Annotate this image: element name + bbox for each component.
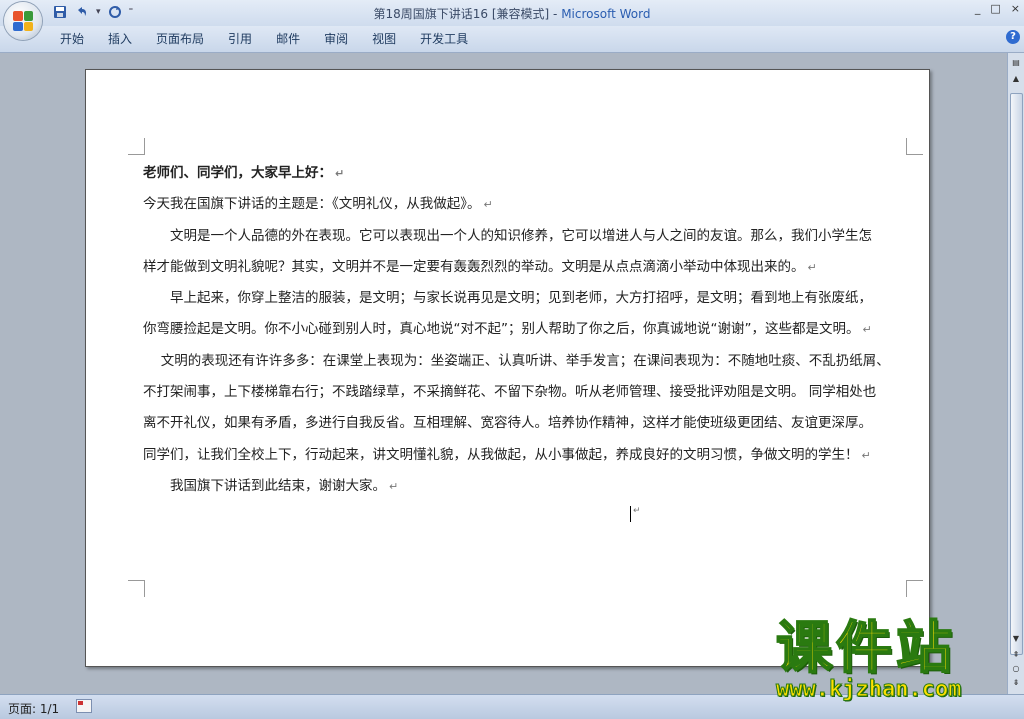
paragraph-line: 你弯腰捡起是文明。你不小心碰到别人时，真心地说“对不起”；别人帮助了你之后，你真…: [143, 314, 908, 345]
previous-page-icon[interactable]: ⇞: [1010, 649, 1022, 661]
paragraph-text: 不打架闹事，上下楼梯靠右行；不践踏绿草，不采摘鲜花、不留下杂物。听从老师管理、接…: [143, 384, 877, 401]
tab-review[interactable]: 审阅: [312, 30, 360, 48]
paragraph-line: 样才能做到文明礼貌呢？其实，文明并不是一定要有轰轰烈烈的举动。文明是从点点滴滴小…: [143, 252, 908, 283]
paragraph-greeting: 老师们、同学们，大家早上好： ↵: [143, 158, 908, 189]
minimize-button[interactable]: _: [975, 2, 981, 15]
paragraph-text: 离不开礼仪，如果有矛盾，多进行自我反省。互相理解、宽容待人。培养协作精神，这样才…: [143, 415, 872, 432]
window-title: 第18周国旗下讲话16 [兼容模式] - Microsoft Word: [0, 5, 1024, 22]
crop-mark-bottom-right: [906, 580, 923, 597]
proofing-status-icon[interactable]: [76, 699, 92, 713]
watermark-title: 课件站: [775, 616, 956, 682]
title-separator: -: [549, 7, 562, 21]
paragraph-mark: ↵: [862, 323, 872, 337]
office-button[interactable]: [4, 2, 42, 40]
tab-insert[interactable]: 插入: [96, 30, 144, 48]
tab-page-layout[interactable]: 页面布局: [144, 30, 216, 48]
crop-mark-top-left: [128, 138, 145, 155]
paragraph-mark: ↵: [483, 198, 493, 212]
page-count[interactable]: 页面: 1/1: [8, 700, 59, 717]
document-title: 第18周国旗下讲话16 [兼容模式]: [373, 7, 550, 21]
paragraph-text: 文明是一个人品德的外在表现。它可以表现出一个人的知识修养，它可以增进人与人之间的…: [143, 227, 872, 244]
text-cursor: [630, 506, 631, 522]
help-icon[interactable]: ?: [1006, 30, 1020, 44]
paragraph-text: 同学们，让我们全校上下，行动起来，讲文明懂礼貌，从我做起，从小事做起，养成良好的…: [143, 446, 859, 463]
paragraph-mark: ↵: [633, 506, 641, 516]
tab-home[interactable]: 开始: [48, 30, 96, 48]
paragraph-mark: ↵: [861, 448, 871, 462]
document-page[interactable]: 老师们、同学们，大家早上好： ↵ 今天我在国旗下讲话的主题是：《文明礼仪，从我做起…: [85, 69, 930, 667]
paragraph-text: 文明的表现还有许许多多：在课堂上表现为：坐姿端正、认真听讲、举手发言；在课间表现…: [143, 352, 890, 369]
document-workspace: 老师们、同学们，大家早上好： ↵ 今天我在国旗下讲话的主题是：《文明礼仪，从我做起…: [0, 53, 1008, 694]
browse-object-icon[interactable]: ○: [1010, 663, 1022, 675]
paragraph-line: 文明是一个人品德的外在表现。它可以表现出一个人的知识修养，它可以增进人与人之间的…: [143, 221, 908, 252]
app-name: Microsoft Word: [561, 7, 651, 21]
paragraph-line: 不打架闹事，上下楼梯靠右行；不践踏绿草，不采摘鲜花、不留下杂物。听从老师管理、接…: [143, 377, 908, 408]
paragraph-line: 文明的表现还有许许多多：在课堂上表现为：坐姿端正、认真听讲、举手发言；在课间表现…: [143, 346, 908, 377]
tab-developer[interactable]: 开发工具: [408, 30, 480, 48]
ruler-toggle-icon[interactable]: ▤: [1010, 57, 1022, 69]
ribbon-tabs: 开始 插入 页面布局 引用 邮件 审阅 视图 开发工具: [48, 30, 480, 48]
paragraph-line: 离不开礼仪，如果有矛盾，多进行自我反省。互相理解、宽容待人。培养协作精神，这样才…: [143, 408, 908, 439]
title-bar: ▾ ⁼ 第18周国旗下讲话16 [兼容模式] - Microsoft Word …: [0, 0, 1024, 26]
document-body[interactable]: 老师们、同学们，大家早上好： ↵ 今天我在国旗下讲话的主题是：《文明礼仪，从我做起…: [143, 158, 908, 502]
paragraph-text: 老师们、同学们，大家早上好：: [143, 165, 332, 181]
paragraph-text: 今天我在国旗下讲话的主题是：《文明礼仪，从我做起》。: [143, 196, 481, 213]
paragraph-text: 早上起来，你穿上整洁的服装，是文明；与家长说再见是文明；见到老师，大方打招呼，是…: [143, 290, 872, 307]
watermark-url: www.kjzhan.com: [775, 677, 962, 702]
paragraph-mark: ↵: [807, 260, 817, 274]
paragraph-mark: ↵: [335, 167, 345, 180]
scrollbar-thumb[interactable]: [1010, 93, 1023, 655]
office-logo-icon: [13, 11, 33, 31]
paragraph-line: 同学们，让我们全校上下，行动起来，讲文明懂礼貌，从我做起，从小事做起，养成良好的…: [143, 440, 908, 471]
restore-button[interactable]: □: [990, 2, 1000, 15]
watermark-logo: 课件站 www.kjzhan.com: [775, 616, 1006, 702]
paragraph-topic: 今天我在国旗下讲话的主题是：《文明礼仪，从我做起》。 ↵: [143, 189, 908, 220]
window-controls: _ □ ×: [975, 2, 1020, 15]
paragraph-line: 早上起来，你穿上整洁的服装，是文明；与家长说再见是文明；见到老师，大方打招呼，是…: [143, 283, 908, 314]
tab-view[interactable]: 视图: [360, 30, 408, 48]
tab-references[interactable]: 引用: [216, 30, 264, 48]
crop-mark-top-right: [906, 138, 923, 155]
paragraph-mark: ↵: [389, 479, 399, 493]
paragraph-text: 你弯腰捡起是文明。你不小心碰到别人时，真心地说“对不起”；别人帮助了你之后，你真…: [143, 321, 860, 338]
paragraph-closing: 我国旗下讲话到此结束，谢谢大家。 ↵: [143, 471, 908, 502]
vertical-scrollbar[interactable]: ▤ ▲ ▼ ⇞ ○ ⇟: [1007, 53, 1024, 694]
scroll-down-icon[interactable]: ▼: [1010, 633, 1022, 645]
paragraph-text: 样才能做到文明礼貌呢？其实，文明并不是一定要有轰轰烈烈的举动。文明是从点点滴滴小…: [143, 258, 805, 275]
scroll-up-icon[interactable]: ▲: [1010, 73, 1022, 85]
tab-mailings[interactable]: 邮件: [264, 30, 312, 48]
close-button[interactable]: ×: [1011, 2, 1020, 15]
ribbon-tab-bar: 开始 插入 页面布局 引用 邮件 审阅 视图 开发工具 ?: [0, 26, 1024, 53]
next-page-icon[interactable]: ⇟: [1010, 677, 1022, 689]
crop-mark-bottom-left: [128, 580, 145, 597]
paragraph-text: 我国旗下讲话到此结束，谢谢大家。: [143, 477, 386, 494]
